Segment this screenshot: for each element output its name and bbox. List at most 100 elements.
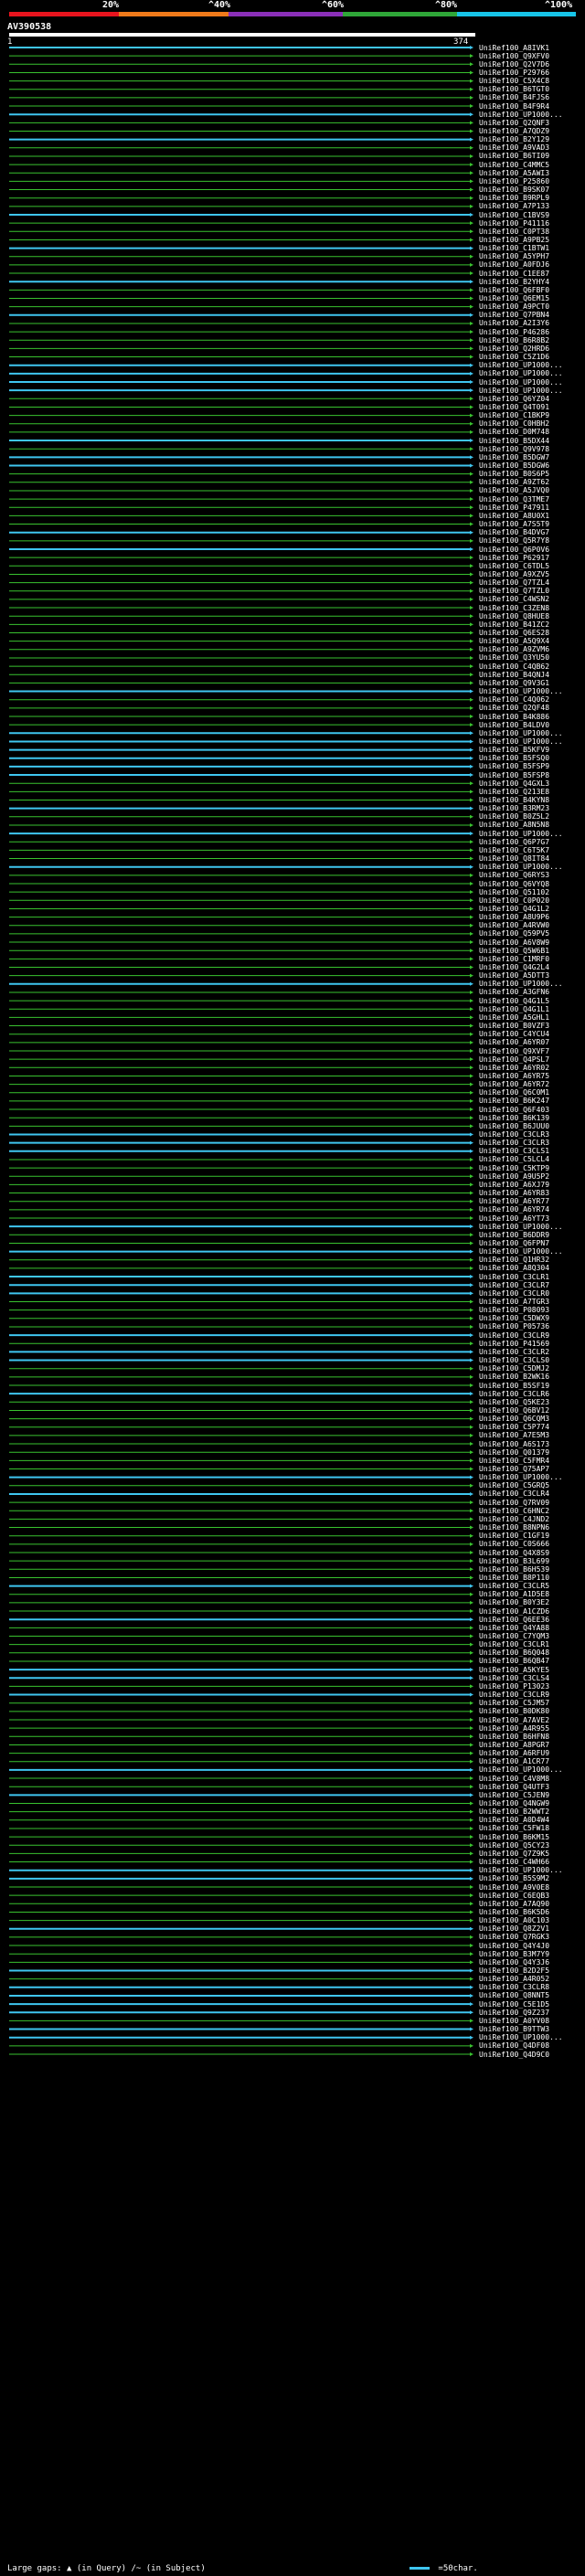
hit-label-link[interactable]: UniRef100_UP1000...	[479, 1223, 563, 1231]
hit-label-link[interactable]: UniRef100_B4DVG7	[479, 528, 549, 536]
hit-label-link[interactable]: UniRef100_Q6YZ04	[479, 395, 549, 403]
hit-label-link[interactable]: UniRef100_A6V8W9	[479, 938, 549, 947]
hit-label-link[interactable]: UniRef100_UP1000...	[479, 1247, 563, 1256]
hit-label-link[interactable]: UniRef100_Q6BV12	[479, 1406, 549, 1415]
hit-label-link[interactable]: UniRef100_C3CLR0	[479, 1289, 549, 1298]
hit-label-link[interactable]: UniRef100_Q01379	[479, 1448, 549, 1457]
hit-label-link[interactable]: UniRef100_Q2QNF3	[479, 119, 549, 127]
hit-label-link[interactable]: UniRef100_A5AWI3	[479, 169, 549, 177]
hit-label-link[interactable]: UniRef100_A9PB25	[479, 236, 549, 244]
hit-label-link[interactable]: UniRef100_Q3TME7	[479, 495, 549, 504]
hit-label-link[interactable]: UniRef100_Q4NGW9	[479, 1799, 549, 1807]
hit-label-link[interactable]: UniRef100_A9PCT0	[479, 302, 549, 311]
hit-label-link[interactable]: UniRef100_C3CLR2	[479, 1348, 549, 1356]
hit-label-link[interactable]: UniRef100_C5X4C8	[479, 77, 549, 85]
hit-label-link[interactable]: UniRef100_A9VAD3	[479, 143, 549, 152]
hit-label-link[interactable]: UniRef100_C3CLS1	[479, 1147, 549, 1155]
hit-label-link[interactable]: UniRef100_Q6FBF0	[479, 286, 549, 294]
hit-label-link[interactable]: UniRef100_B8P110	[479, 1574, 549, 1582]
hit-label-link[interactable]: UniRef100_A6YR83	[479, 1189, 549, 1197]
hit-label-link[interactable]: UniRef100_Q59PV5	[479, 929, 549, 938]
hit-label-link[interactable]: UniRef100_A5Q9X4	[479, 637, 549, 645]
hit-label-link[interactable]: UniRef100_B6TGT0	[479, 85, 549, 93]
hit-label-link[interactable]: UniRef100_B3M7Y9	[479, 1950, 549, 1958]
hit-label-link[interactable]: UniRef100_A9XZV5	[479, 570, 549, 578]
hit-label-link[interactable]: UniRef100_B9RPL9	[479, 194, 549, 202]
hit-label-link[interactable]: UniRef100_B0Z5L2	[479, 812, 549, 821]
hit-label-link[interactable]: UniRef100_A6YR74	[479, 1205, 549, 1214]
hit-label-link[interactable]: UniRef100_C0S666	[479, 1540, 549, 1548]
hit-label-link[interactable]: UniRef100_C0HBH2	[479, 419, 549, 428]
hit-label-link[interactable]: UniRef100_Q4Y4J0	[479, 1942, 549, 1950]
hit-label-link[interactable]: UniRef100_C1GF19	[479, 1532, 549, 1540]
hit-label-link[interactable]: UniRef100_UP1000...	[479, 729, 563, 737]
hit-label-link[interactable]: UniRef100_A4R955	[479, 1724, 549, 1733]
hit-label-link[interactable]: UniRef100_C3CLR3	[479, 1139, 549, 1147]
hit-label-link[interactable]: UniRef100_P47911	[479, 504, 549, 512]
hit-label-link[interactable]: UniRef100_Q5R7Y8	[479, 536, 549, 545]
hit-label-link[interactable]: UniRef100_B6JUU0	[479, 1122, 549, 1130]
hit-label-link[interactable]: UniRef100_C3CLS0	[479, 1356, 549, 1364]
hit-label-link[interactable]: UniRef100_Q4T091	[479, 403, 549, 411]
hit-label-link[interactable]: UniRef100_B0DK80	[479, 1707, 549, 1715]
hit-label-link[interactable]: UniRef100_A9ZVM6	[479, 645, 549, 653]
hit-label-link[interactable]: UniRef100_B41ZC2	[479, 620, 549, 629]
hit-label-link[interactable]: UniRef100_C4QB62	[479, 663, 549, 671]
hit-label-link[interactable]: UniRef100_A1D5E8	[479, 1590, 549, 1598]
hit-label-link[interactable]: UniRef100_B4F9R4	[479, 102, 549, 111]
hit-label-link[interactable]: UniRef100_B5FSP8	[479, 771, 549, 779]
hit-label-link[interactable]: UniRef100_A8IVK1	[479, 44, 549, 52]
hit-label-link[interactable]: UniRef100_Q4G1L5	[479, 997, 549, 1005]
hit-label-link[interactable]: UniRef100_Q4G1L1	[479, 1005, 549, 1013]
hit-label-link[interactable]: UniRef100_C1MRF0	[479, 955, 549, 963]
hit-label-link[interactable]: UniRef100_B4FJS6	[479, 93, 549, 101]
hit-label-link[interactable]: UniRef100_C5Z1D6	[479, 353, 549, 361]
hit-label-link[interactable]: UniRef100_Q9XFV0	[479, 52, 549, 60]
hit-label-link[interactable]: UniRef100_Q4UTF3	[479, 1783, 549, 1791]
hit-label-link[interactable]: UniRef100_Q6EE36	[479, 1616, 549, 1624]
hit-label-link[interactable]: UniRef100_B2YHY4	[479, 278, 549, 286]
hit-label-link[interactable]: UniRef100_B6K5D6	[479, 1908, 549, 1916]
hit-label-link[interactable]: UniRef100_A9V0E8	[479, 1883, 549, 1892]
hit-label-link[interactable]: UniRef100_B2WK16	[479, 1373, 549, 1381]
hit-label-link[interactable]: UniRef100_C6T5K7	[479, 846, 549, 854]
hit-label-link[interactable]: UniRef100_B2Y129	[479, 135, 549, 143]
hit-label-link[interactable]: UniRef100_A7P133	[479, 202, 549, 210]
hit-label-link[interactable]: UniRef100_A7QDZ9	[479, 127, 549, 135]
hit-label-link[interactable]: UniRef100_B5SF19	[479, 1382, 549, 1390]
hit-label-link[interactable]: UniRef100_A6YR72	[479, 1080, 549, 1088]
hit-label-link[interactable]: UniRef100_Q2QF48	[479, 704, 549, 712]
hit-label-link[interactable]: UniRef100_Q4Y3J6	[479, 1958, 549, 1966]
hit-label-link[interactable]: UniRef100_Q4G2L4	[479, 963, 549, 971]
hit-label-link[interactable]: UniRef100_C4WH66	[479, 1858, 549, 1866]
hit-label-link[interactable]: UniRef100_Q7TZL4	[479, 578, 549, 587]
hit-label-link[interactable]: UniRef100_C3CLR8	[479, 1983, 549, 1991]
hit-label-link[interactable]: UniRef100_B6TI09	[479, 152, 549, 160]
hit-label-link[interactable]: UniRef100_B6KM15	[479, 1833, 549, 1841]
hit-label-link[interactable]: UniRef100_Q6P0V6	[479, 546, 549, 554]
hit-label-link[interactable]: UniRef100_UP1000...	[479, 737, 563, 746]
hit-label-link[interactable]: UniRef100_B5FSQ0	[479, 754, 549, 762]
hit-label-link[interactable]: UniRef100_P62917	[479, 554, 549, 562]
hit-label-link[interactable]: UniRef100_UP1000...	[479, 378, 563, 387]
hit-label-link[interactable]: UniRef100_Q7PBN4	[479, 311, 549, 319]
hit-label-link[interactable]: UniRef100_C4WSN2	[479, 595, 549, 603]
hit-label-link[interactable]: UniRef100_A8PGR7	[479, 1741, 549, 1749]
hit-label-link[interactable]: UniRef100_UP1000...	[479, 863, 563, 871]
hit-label-link[interactable]: UniRef100_C3CLR9	[479, 1691, 549, 1699]
hit-label-link[interactable]: UniRef100_C4V8M8	[479, 1775, 549, 1783]
hit-label-link[interactable]: UniRef100_UP1000...	[479, 1866, 563, 1874]
hit-label-link[interactable]: UniRef100_Q75AP7	[479, 1465, 549, 1473]
hit-label-link[interactable]: UniRef100_B6QB47	[479, 1657, 549, 1665]
hit-label-link[interactable]: UniRef100_Q6F403	[479, 1106, 549, 1114]
hit-label-link[interactable]: UniRef100_B0S6P5	[479, 470, 549, 478]
hit-label-link[interactable]: UniRef100_C3CLR5	[479, 1582, 549, 1590]
hit-label-link[interactable]: UniRef100_P46286	[479, 328, 549, 336]
hit-label-link[interactable]: UniRef100_B0Y3E2	[479, 1598, 549, 1606]
hit-label-link[interactable]: UniRef100_A1CZD6	[479, 1607, 549, 1616]
hit-label-link[interactable]: UniRef100_A0C103	[479, 1916, 549, 1924]
hit-label-link[interactable]: UniRef100_C4YCU4	[479, 1030, 549, 1038]
hit-label-link[interactable]: UniRef100_Q5KE23	[479, 1398, 549, 1406]
hit-label-link[interactable]: UniRef100_Q6RYS3	[479, 871, 549, 879]
hit-label-link[interactable]: UniRef100_B4KYN8	[479, 796, 549, 804]
